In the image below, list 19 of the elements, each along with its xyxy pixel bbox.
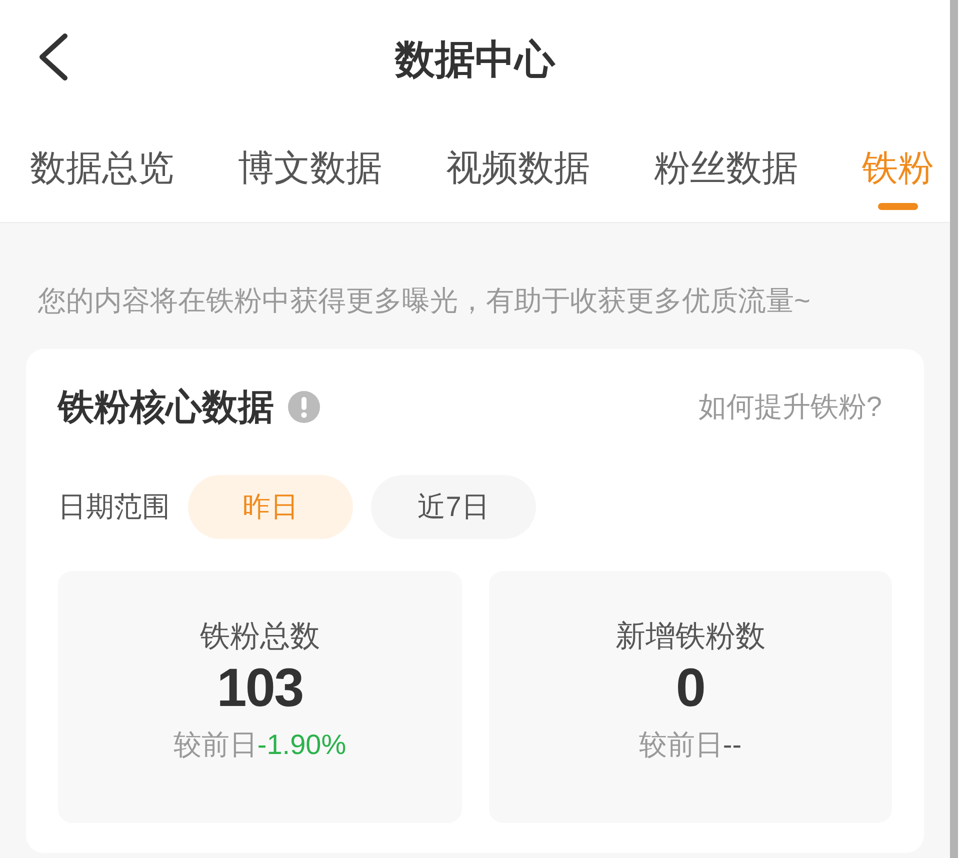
tab[interactable]: 数据总览 <box>30 146 174 190</box>
compare-label: 较前日 <box>173 728 258 762</box>
compare-label: 较前日 <box>638 728 723 762</box>
card-title: 铁粉核心数据 <box>58 385 274 429</box>
change-value: -- <box>722 728 742 762</box>
page-title: 数据中心 <box>395 37 555 84</box>
active-tab-indicator <box>878 203 918 210</box>
stat-label: 铁粉总数 <box>200 619 320 655</box>
stat-value: 103 <box>216 658 303 718</box>
stat-value: 0 <box>676 658 705 718</box>
back-icon[interactable] <box>38 33 68 81</box>
tab[interactable]: 粉丝数据 <box>654 146 798 190</box>
stat-label: 新增铁粉数 <box>615 619 766 655</box>
tab[interactable]: 博文数据 <box>238 146 382 190</box>
tab[interactable]: 视频数据 <box>446 146 590 190</box>
date-range-option[interactable]: 近7日 <box>371 475 536 539</box>
date-range-label: 日期范围 <box>58 490 170 524</box>
notice-text: 您的内容将在铁粉中获得更多曝光，有助于收获更多优质流量~ <box>38 284 812 318</box>
change-value: -1.90% <box>257 728 346 762</box>
